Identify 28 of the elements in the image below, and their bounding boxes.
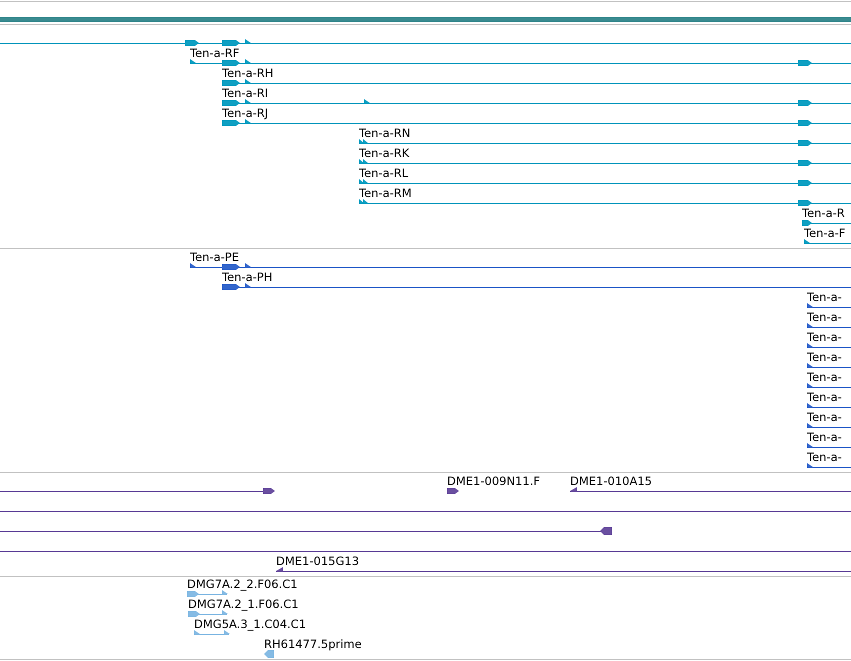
feature-label: DMG7A.2_1.F06.C1 xyxy=(188,597,299,611)
feature-label: DME1-010A15 xyxy=(570,474,652,488)
feature-label: Ten-a- xyxy=(807,430,842,444)
feature-label: RH61477.5prime xyxy=(264,637,362,651)
feature-label: Ten-a-RK xyxy=(359,146,410,160)
feature-label: Ten-a- xyxy=(807,290,842,304)
feature-label: Ten-a-PH xyxy=(222,270,272,284)
feature-label: Ten-a- xyxy=(807,350,842,364)
feature-label: Ten-a-PE xyxy=(190,250,239,264)
feature-label: Ten-a-R xyxy=(802,206,845,220)
feature-label: Ten-a-RL xyxy=(359,166,408,180)
feature-label: Ten-a- xyxy=(807,330,842,344)
feature-label: Ten-a- xyxy=(807,410,842,424)
feature-label: Ten-a- xyxy=(807,450,842,464)
feature-label: Ten-a-RH xyxy=(222,66,274,80)
feature-label: Ten-a-RJ xyxy=(222,106,268,120)
feature-label: DME1-015G13 xyxy=(276,554,360,568)
feature-label: Ten-a-RF xyxy=(190,46,240,60)
feature-label: Ten-a-RI xyxy=(222,86,268,100)
feature-label: Ten-a-F xyxy=(804,226,846,240)
feature-label: Ten-a- xyxy=(807,310,842,324)
feature-label: DMG5A.3_1.C04.C1 xyxy=(194,617,306,631)
feature-label: Ten-a- xyxy=(807,390,842,404)
feature-label: Ten-a-RM xyxy=(359,186,412,200)
feature-label: DMG7A.2_2.F06.C1 xyxy=(187,577,298,591)
feature-label: Ten-a- xyxy=(807,370,842,384)
feature-label: Ten-a-RN xyxy=(359,126,410,140)
feature-label: DME1-009N11.F xyxy=(447,474,540,488)
